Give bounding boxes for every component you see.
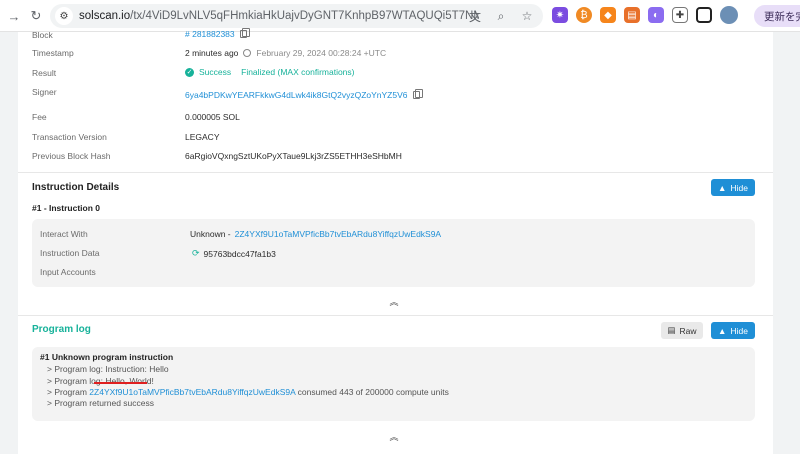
timestamp-relative: 2 minutes ago: [185, 48, 239, 58]
divider: [18, 315, 773, 316]
result-value-row: ✓ Success Finalized (MAX confirmations): [185, 67, 355, 77]
reload-icon[interactable]: ↻: [26, 6, 46, 26]
url-text[interactable]: solscan.io/tx/4ViD9LvNLV5qFHmkiaHkUajvDy…: [79, 10, 479, 22]
extension-wallet-icon[interactable]: ◐: [648, 7, 664, 23]
timestamp-absolute: February 29, 2024 00:28:24 +UTC: [256, 48, 387, 58]
timestamp-label: Timestamp: [32, 48, 74, 58]
collapse-chevron-icon[interactable]: ︽: [386, 428, 402, 444]
site-info-icon[interactable]: ⚙: [55, 7, 73, 25]
data-value-row: ⟳ 95763bdcc47fa1b3: [192, 248, 276, 259]
raw-button[interactable]: ▤ Raw: [661, 322, 703, 339]
signer-label: Signer: [32, 87, 57, 97]
prev-hash-label: Previous Block Hash: [32, 151, 111, 161]
result-status: Success: [199, 67, 232, 77]
signer-value-row: 6ya4bPDKwYEARFkkwG4dLwk4ik8GtQ2vyzQZoYnY…: [185, 89, 423, 100]
fee-label: Fee: [32, 112, 47, 122]
instruction-details-title: Instruction Details: [32, 182, 120, 193]
copy-icon[interactable]: [412, 89, 423, 99]
log-line-success: > Program returned success: [47, 398, 155, 408]
zoom-icon[interactable]: ⌕: [493, 7, 509, 25]
timestamp-value-row: 2 minutes ago February 29, 2024 00:28:24…: [185, 48, 386, 58]
side-panel-icon[interactable]: [696, 7, 712, 23]
omnibox-actions: 文 ⌕ ☆: [467, 7, 535, 25]
version-value: LEGACY: [185, 132, 220, 142]
chevron-up-icon: ▲: [718, 325, 727, 336]
url-path: /tx/4ViD9LvNLV5qFHmkiaHkUajvDyGNT7KnhpB9…: [130, 10, 479, 22]
log-prefix: > Program: [47, 387, 87, 397]
log-line-consumed: > Program 2Z4YXf9U1oTaMVPficBb7tvEbARdu8…: [47, 387, 449, 397]
prev-hash-value: 6aRgioVQxngSztUKoPyXTaue9Lkj3rZS5ETHH3eS…: [185, 151, 402, 161]
extension-gear-icon[interactable]: ✷: [552, 7, 568, 23]
document-icon: ▤: [667, 325, 676, 335]
interact-prefix: Unknown -: [190, 229, 231, 239]
divider: [18, 172, 773, 173]
red-underline-annotation: [94, 382, 147, 384]
result-finality: Finalized (MAX confirmations): [241, 67, 355, 77]
collapse-chevron-icon[interactable]: ︽: [386, 293, 402, 309]
instruction-title: #1 - Instruction 0: [32, 203, 101, 213]
metamask-fox-icon[interactable]: ◆: [600, 7, 616, 23]
browser-toolbar: → ↻ ⚙ solscan.io/tx/4ViD9LvNLV5qFHmkiaHk…: [0, 0, 800, 32]
log-hide-button[interactable]: ▲ Hide: [711, 322, 755, 339]
instruction-panel: Interact With Unknown - 2Z4YXf9U1oTaMVPf…: [32, 219, 755, 287]
clock-icon: [243, 49, 252, 57]
profile-avatar[interactable]: [720, 6, 738, 24]
block-value-row: # 281882383: [185, 28, 250, 39]
chevron-up-icon: ▲: [718, 182, 727, 193]
version-label: Transaction Version: [32, 132, 107, 142]
transaction-page: Block # 281882383 Timestamp 2 minutes ag…: [18, 28, 773, 454]
program-address-link[interactable]: 2Z4YXf9U1oTaMVPficBb7tvEbARdu8YiffqzUwEd…: [235, 229, 441, 239]
interact-label: Interact With: [40, 229, 88, 239]
hide-label: Hide: [730, 325, 748, 336]
instruction-hide-button[interactable]: ▲ Hide: [711, 179, 755, 196]
extension-grid-icon[interactable]: ▤: [624, 7, 640, 23]
program-log-panel: #1 Unknown program instruction > Program…: [32, 347, 755, 421]
hide-label: Hide: [730, 182, 748, 193]
url-domain: solscan.io: [79, 10, 131, 22]
translate-icon[interactable]: 文: [467, 7, 483, 25]
block-link[interactable]: # 281882383: [185, 29, 235, 39]
extensions-area: ✷ ₿ ◆ ▤ ◐ ✚: [552, 6, 738, 24]
result-label: Result: [32, 68, 57, 78]
log-suffix: consumed 443 of 200000 compute units: [297, 387, 449, 397]
raw-label: Raw: [679, 325, 697, 336]
log-instruction-title: #1 Unknown program instruction: [40, 352, 174, 362]
interact-value-row: Unknown - 2Z4YXf9U1oTaMVPficBb7tvEbARdu8…: [190, 229, 441, 239]
bookmark-star-icon[interactable]: ☆: [519, 7, 535, 25]
instruction-data: 95763bdcc47fa1b3: [203, 248, 276, 259]
signer-address-link[interactable]: 6ya4bPDKwYEARFkkwG4dLwk4ik8GtQ2vyzQZoYnY…: [185, 90, 408, 100]
copy-icon[interactable]: [239, 28, 250, 38]
accounts-label: Input Accounts: [40, 267, 96, 277]
data-label: Instruction Data: [40, 248, 100, 258]
program-address-link[interactable]: 2Z4YXf9U1oTaMVPficBb7tvEbARdu8YiffqzUwEd…: [89, 387, 295, 397]
log-line: > Program log: Hello, World!: [47, 376, 154, 386]
success-check-icon: ✓: [185, 67, 194, 77]
fee-value: 0.000005 SOL: [185, 112, 240, 122]
extension-coin-icon[interactable]: ₿: [576, 7, 592, 23]
block-label: Block: [32, 30, 53, 40]
log-line: > Program log: Instruction: Hello: [47, 364, 169, 374]
address-bar[interactable]: ⚙ solscan.io/tx/4ViD9LvNLV5qFHmkiaHkUajv…: [50, 4, 543, 28]
update-button[interactable]: 更新を完了: [754, 5, 800, 27]
program-log-title: Program log: [32, 324, 91, 335]
extensions-puzzle-icon[interactable]: ✚: [672, 7, 688, 23]
sync-icon[interactable]: ⟳: [192, 248, 200, 259]
forward-icon[interactable]: →: [4, 6, 24, 26]
